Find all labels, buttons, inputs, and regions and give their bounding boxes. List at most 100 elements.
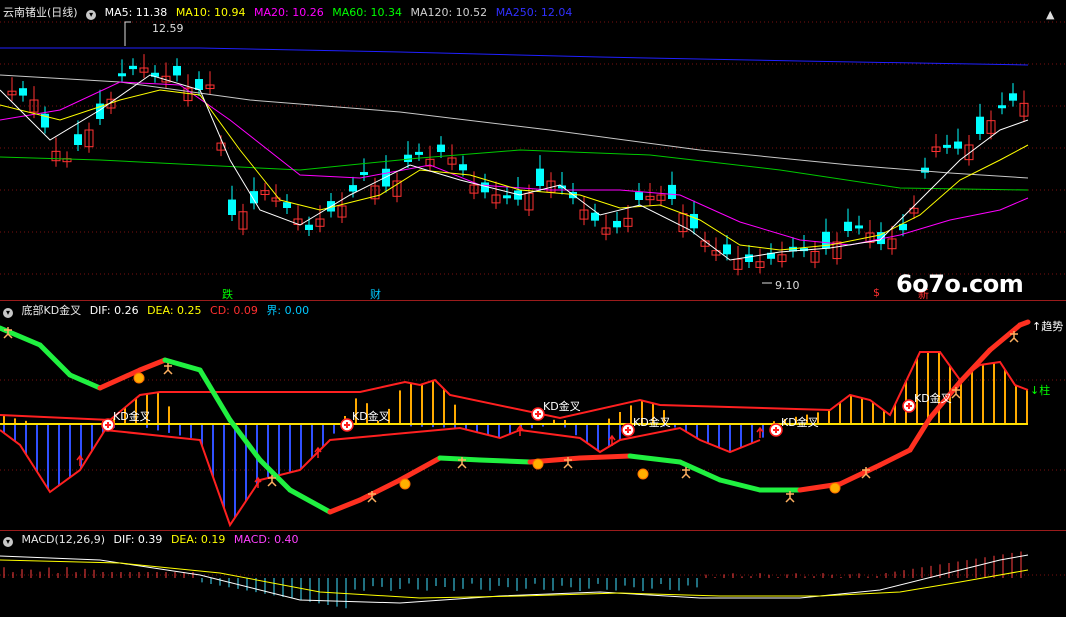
candle-body bbox=[690, 213, 698, 229]
trend-ribbon-segment bbox=[907, 415, 933, 453]
ma10-value: MA10: 10.94 bbox=[175, 6, 246, 19]
macd-panel-header: ▾ MACD(12,26,9) DIF: 0.39 DEA: 0.19 MACD… bbox=[3, 533, 304, 547]
person-marker-icon bbox=[785, 491, 795, 503]
ma5-line bbox=[0, 74, 1029, 261]
candle-body bbox=[844, 221, 852, 231]
kd-cd-value: CD: 0.09 bbox=[210, 304, 258, 317]
macd-title[interactable]: MACD(12,26,9) bbox=[22, 533, 106, 546]
trend-ribbon-segment bbox=[327, 497, 363, 515]
ma10-line bbox=[0, 89, 1029, 251]
trend-ribbon-segment bbox=[397, 455, 443, 483]
stock-title[interactable]: 云南锗业(日线) bbox=[3, 6, 78, 19]
macd-dif-value: DIF: 0.39 bbox=[113, 533, 163, 546]
candle-body bbox=[822, 231, 830, 249]
candle-body bbox=[745, 254, 753, 262]
event-marker-die[interactable]: 跌 bbox=[222, 286, 233, 302]
candle-body bbox=[19, 88, 27, 96]
ma20-line bbox=[0, 81, 1029, 246]
candle-body bbox=[954, 141, 962, 149]
candle-body bbox=[723, 244, 731, 255]
pillar-label: ↓柱 bbox=[1030, 384, 1051, 397]
candle-body bbox=[459, 164, 467, 171]
ma20-value: MA20: 10.26 bbox=[254, 6, 324, 19]
trend-ribbon-segment bbox=[162, 357, 203, 373]
high-price-label: 12.59 bbox=[152, 22, 184, 35]
candle-body bbox=[668, 184, 676, 199]
kd-cross-label: KD金叉 bbox=[543, 399, 581, 413]
kd-panel-header: ▾ 底部KD金叉 DIF: 0.26 DEA: 0.25 CD: 0.09 界:… bbox=[3, 304, 314, 318]
candle-body bbox=[173, 65, 181, 76]
candle-body bbox=[415, 151, 423, 155]
ma60-value: MA60: 10.34 bbox=[332, 6, 402, 19]
event-marker-cai[interactable]: 财 bbox=[370, 286, 381, 302]
macd-dea-value: DEA: 0.19 bbox=[170, 533, 226, 546]
candle-body bbox=[1009, 93, 1017, 101]
candle-body bbox=[382, 168, 390, 187]
ma60-line bbox=[0, 149, 1029, 191]
trend-ribbon-segment bbox=[1017, 319, 1031, 328]
fruit-icon bbox=[829, 482, 841, 494]
candle-body bbox=[360, 172, 368, 176]
person-marker-icon bbox=[163, 363, 173, 375]
fruit-icon bbox=[637, 468, 649, 480]
candle-body bbox=[349, 185, 357, 192]
trend-ribbon-segment bbox=[67, 372, 103, 391]
ma120-value: MA120: 10.52 bbox=[410, 6, 488, 19]
kd-indicator-title[interactable]: 底部KD金叉 bbox=[22, 304, 82, 317]
trend-label: ↑趋势 bbox=[1032, 320, 1064, 333]
kd-cross-label: KD金叉 bbox=[633, 415, 671, 429]
candle-body bbox=[613, 220, 621, 228]
trend-ribbon-segment bbox=[287, 487, 333, 515]
candle-body bbox=[976, 116, 984, 134]
trend-ribbon-segment bbox=[577, 453, 633, 461]
high-price-pointer bbox=[124, 21, 131, 46]
panel-separator bbox=[0, 300, 1066, 301]
kd-cross-label: KD金叉 bbox=[352, 409, 390, 423]
trend-ribbon-segment bbox=[137, 357, 168, 373]
candle-body bbox=[998, 105, 1006, 109]
trend-ribbon-segment bbox=[37, 342, 73, 378]
kd-dea-value: DEA: 0.25 bbox=[147, 304, 202, 317]
collapse-chevron-icon[interactable]: ▾ bbox=[86, 10, 97, 20]
candle-body bbox=[503, 195, 511, 199]
kd-cross-label: KD金叉 bbox=[113, 409, 151, 423]
kd-dif-value: DIF: 0.26 bbox=[89, 304, 139, 317]
candle-body bbox=[943, 144, 951, 148]
collapse-chevron-icon[interactable]: ▾ bbox=[3, 537, 13, 547]
trend-ribbon-segment bbox=[627, 453, 683, 465]
candle-body bbox=[921, 167, 929, 173]
macd-value: MACD: 0.40 bbox=[233, 533, 299, 546]
panel-separator bbox=[0, 530, 1066, 531]
candle-body bbox=[404, 154, 412, 162]
candle-body bbox=[855, 225, 863, 229]
trend-ribbon-segment bbox=[477, 457, 533, 465]
trend-ribbon-segment bbox=[987, 322, 1023, 353]
trend-ribbon-segment bbox=[877, 447, 913, 468]
candle-body bbox=[228, 199, 236, 215]
macd-dea-line bbox=[0, 559, 1029, 599]
watermark-logo: 6o7o.com bbox=[896, 270, 1024, 298]
kd-boundary-value: 界: 0.00 bbox=[266, 304, 310, 317]
scroll-up-icon[interactable]: ▲ bbox=[1046, 8, 1054, 21]
ma250-value: MA250: 12.04 bbox=[495, 6, 573, 19]
fruit-icon bbox=[399, 478, 411, 490]
candle-body bbox=[283, 202, 291, 208]
candle-body bbox=[536, 168, 544, 186]
candle-body bbox=[118, 73, 126, 77]
candle-body bbox=[74, 134, 82, 145]
candle-body bbox=[635, 192, 643, 200]
trend-ribbon-segment bbox=[197, 367, 233, 423]
collapse-chevron-icon[interactable]: ▾ bbox=[3, 308, 13, 318]
low-price-label: 9.10 bbox=[775, 279, 800, 292]
event-marker-dollar[interactable]: $ bbox=[873, 286, 880, 299]
ma250-line bbox=[0, 47, 1029, 66]
trend-ribbon-segment bbox=[717, 477, 763, 493]
trend-ribbon-segment bbox=[957, 347, 993, 385]
candle-body bbox=[437, 144, 445, 152]
trend-ribbon-segment bbox=[837, 462, 883, 487]
kd-cross-label: KD金叉 bbox=[914, 391, 952, 405]
fruit-icon bbox=[532, 458, 544, 470]
candle-body bbox=[129, 65, 137, 70]
buy-arrow-icon bbox=[76, 454, 84, 466]
fruit-icon bbox=[133, 372, 145, 384]
